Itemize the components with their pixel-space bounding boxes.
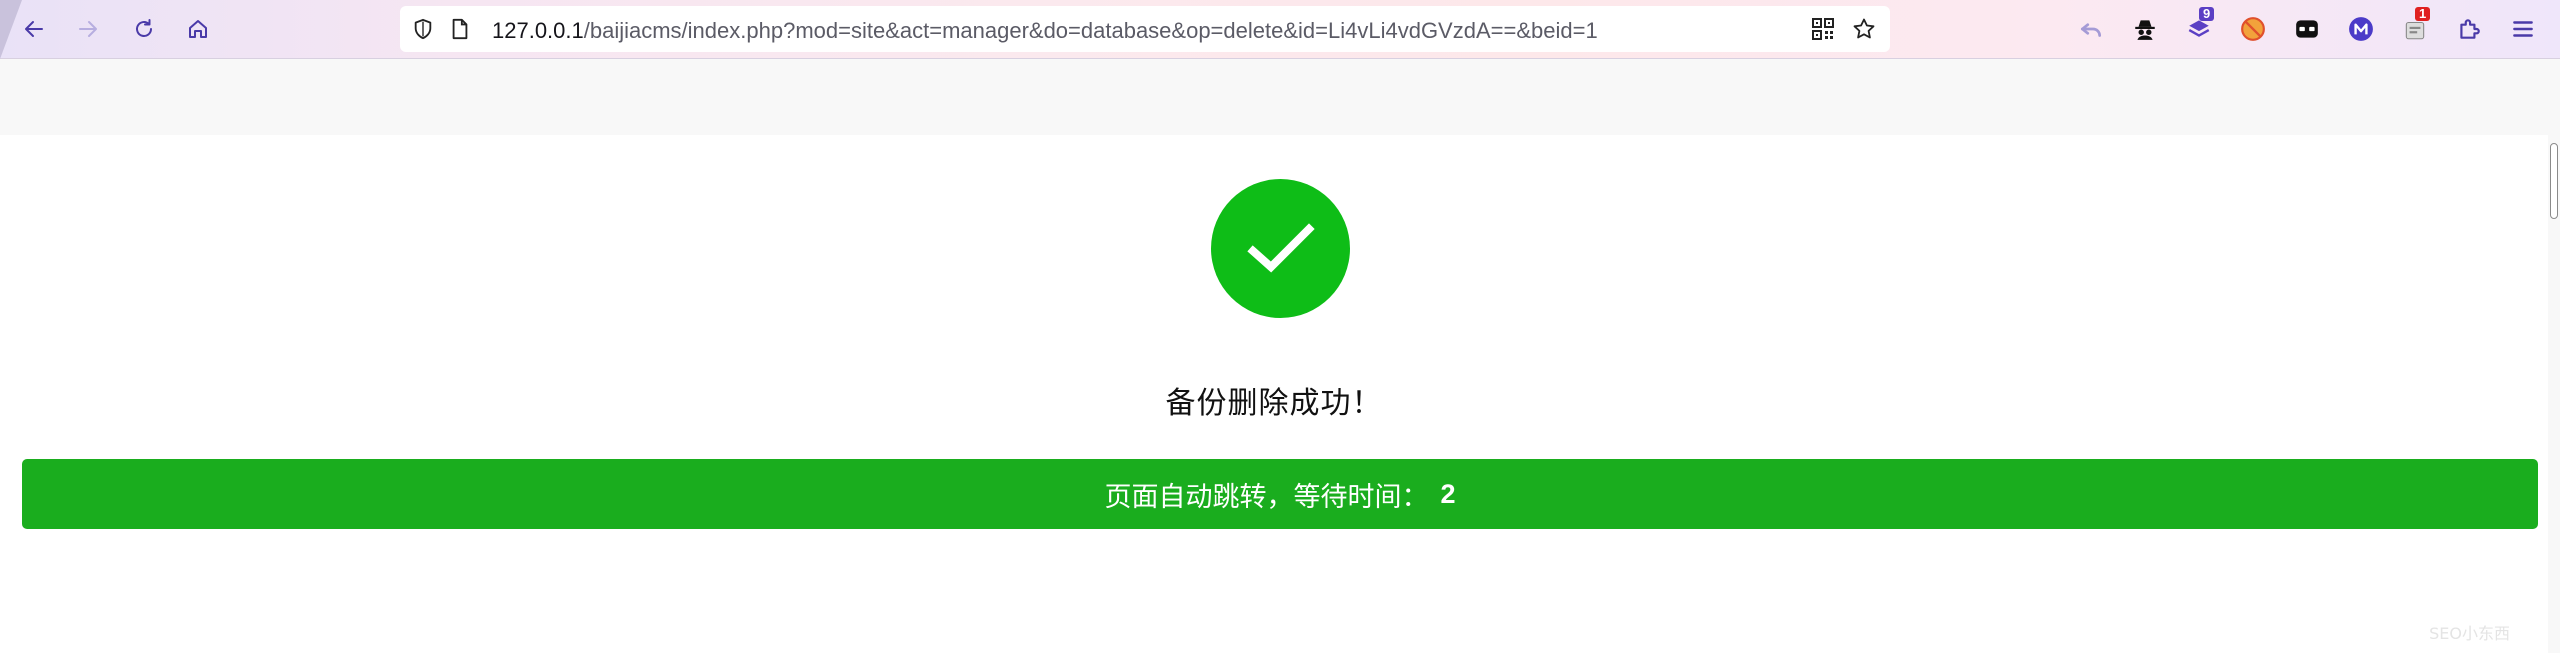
extensions-button[interactable] [2453, 13, 2485, 45]
extension-cookie-block[interactable] [2237, 13, 2269, 45]
undo-icon [2080, 23, 2102, 37]
forward-arrow-icon [79, 21, 97, 37]
undo-button[interactable] [2075, 13, 2107, 45]
hamburger-menu-icon [2513, 21, 2533, 37]
forward-button[interactable] [70, 11, 106, 47]
address-bar[interactable]: 127.0.0.1/baijiacms/index.php?mod=site&a… [400, 6, 1890, 52]
extension-notifier[interactable]: 1 [2399, 7, 2431, 45]
reload-icon [136, 19, 152, 37]
cookie-block-icon [2241, 17, 2265, 41]
url-text[interactable]: 127.0.0.1/baijiacms/index.php?mod=site&a… [492, 18, 1598, 44]
back-arrow-icon [25, 21, 43, 37]
menu-button[interactable] [2507, 13, 2539, 45]
extension-spy[interactable] [2129, 13, 2161, 45]
mask-icon [2296, 20, 2318, 38]
notification-badge: 1 [2415, 7, 2431, 21]
page-header [0, 60, 2560, 135]
redirect-countdown: 2 [1440, 478, 1456, 509]
puzzle-icon [2460, 19, 2480, 39]
success-icon-circle [1211, 179, 1350, 318]
redirect-label: 页面自动跳转，等待时间： [1104, 481, 1429, 513]
m-icon [2349, 17, 2373, 41]
reload-button[interactable] [126, 11, 162, 47]
extension-mask[interactable] [2291, 13, 2323, 45]
watermark: SEO小东西 [2429, 624, 2510, 643]
spy-icon [2135, 20, 2155, 40]
home-icon [189, 20, 207, 38]
home-button[interactable] [180, 11, 216, 47]
scrollbar-thumb[interactable] [2550, 143, 2558, 219]
redirect-bar[interactable]: 页面自动跳转，等待时间： 2 [22, 459, 2538, 529]
success-message: 备份删除成功！ [1165, 386, 1383, 421]
extension-m[interactable] [2345, 13, 2377, 45]
extension-badge: 9 [2199, 7, 2215, 21]
checkmark-icon [1246, 222, 1315, 272]
url-path: /baijiacms/index.php?mod=site&act=manage… [583, 18, 1598, 43]
back-button[interactable] [16, 11, 52, 47]
bookmark-star-icon[interactable] [1852, 17, 1876, 41]
shield-icon[interactable] [412, 18, 434, 40]
url-host: 127.0.0.1 [492, 18, 584, 43]
browser-toolbar: 127.0.0.1/baijiacms/index.php?mod=site&a… [0, 0, 2560, 59]
qr-code-icon[interactable] [1812, 18, 1834, 40]
vertical-scrollbar[interactable] [2548, 60, 2560, 653]
page-info-icon[interactable] [450, 18, 470, 40]
extension-layers[interactable]: 9 [2183, 7, 2215, 45]
